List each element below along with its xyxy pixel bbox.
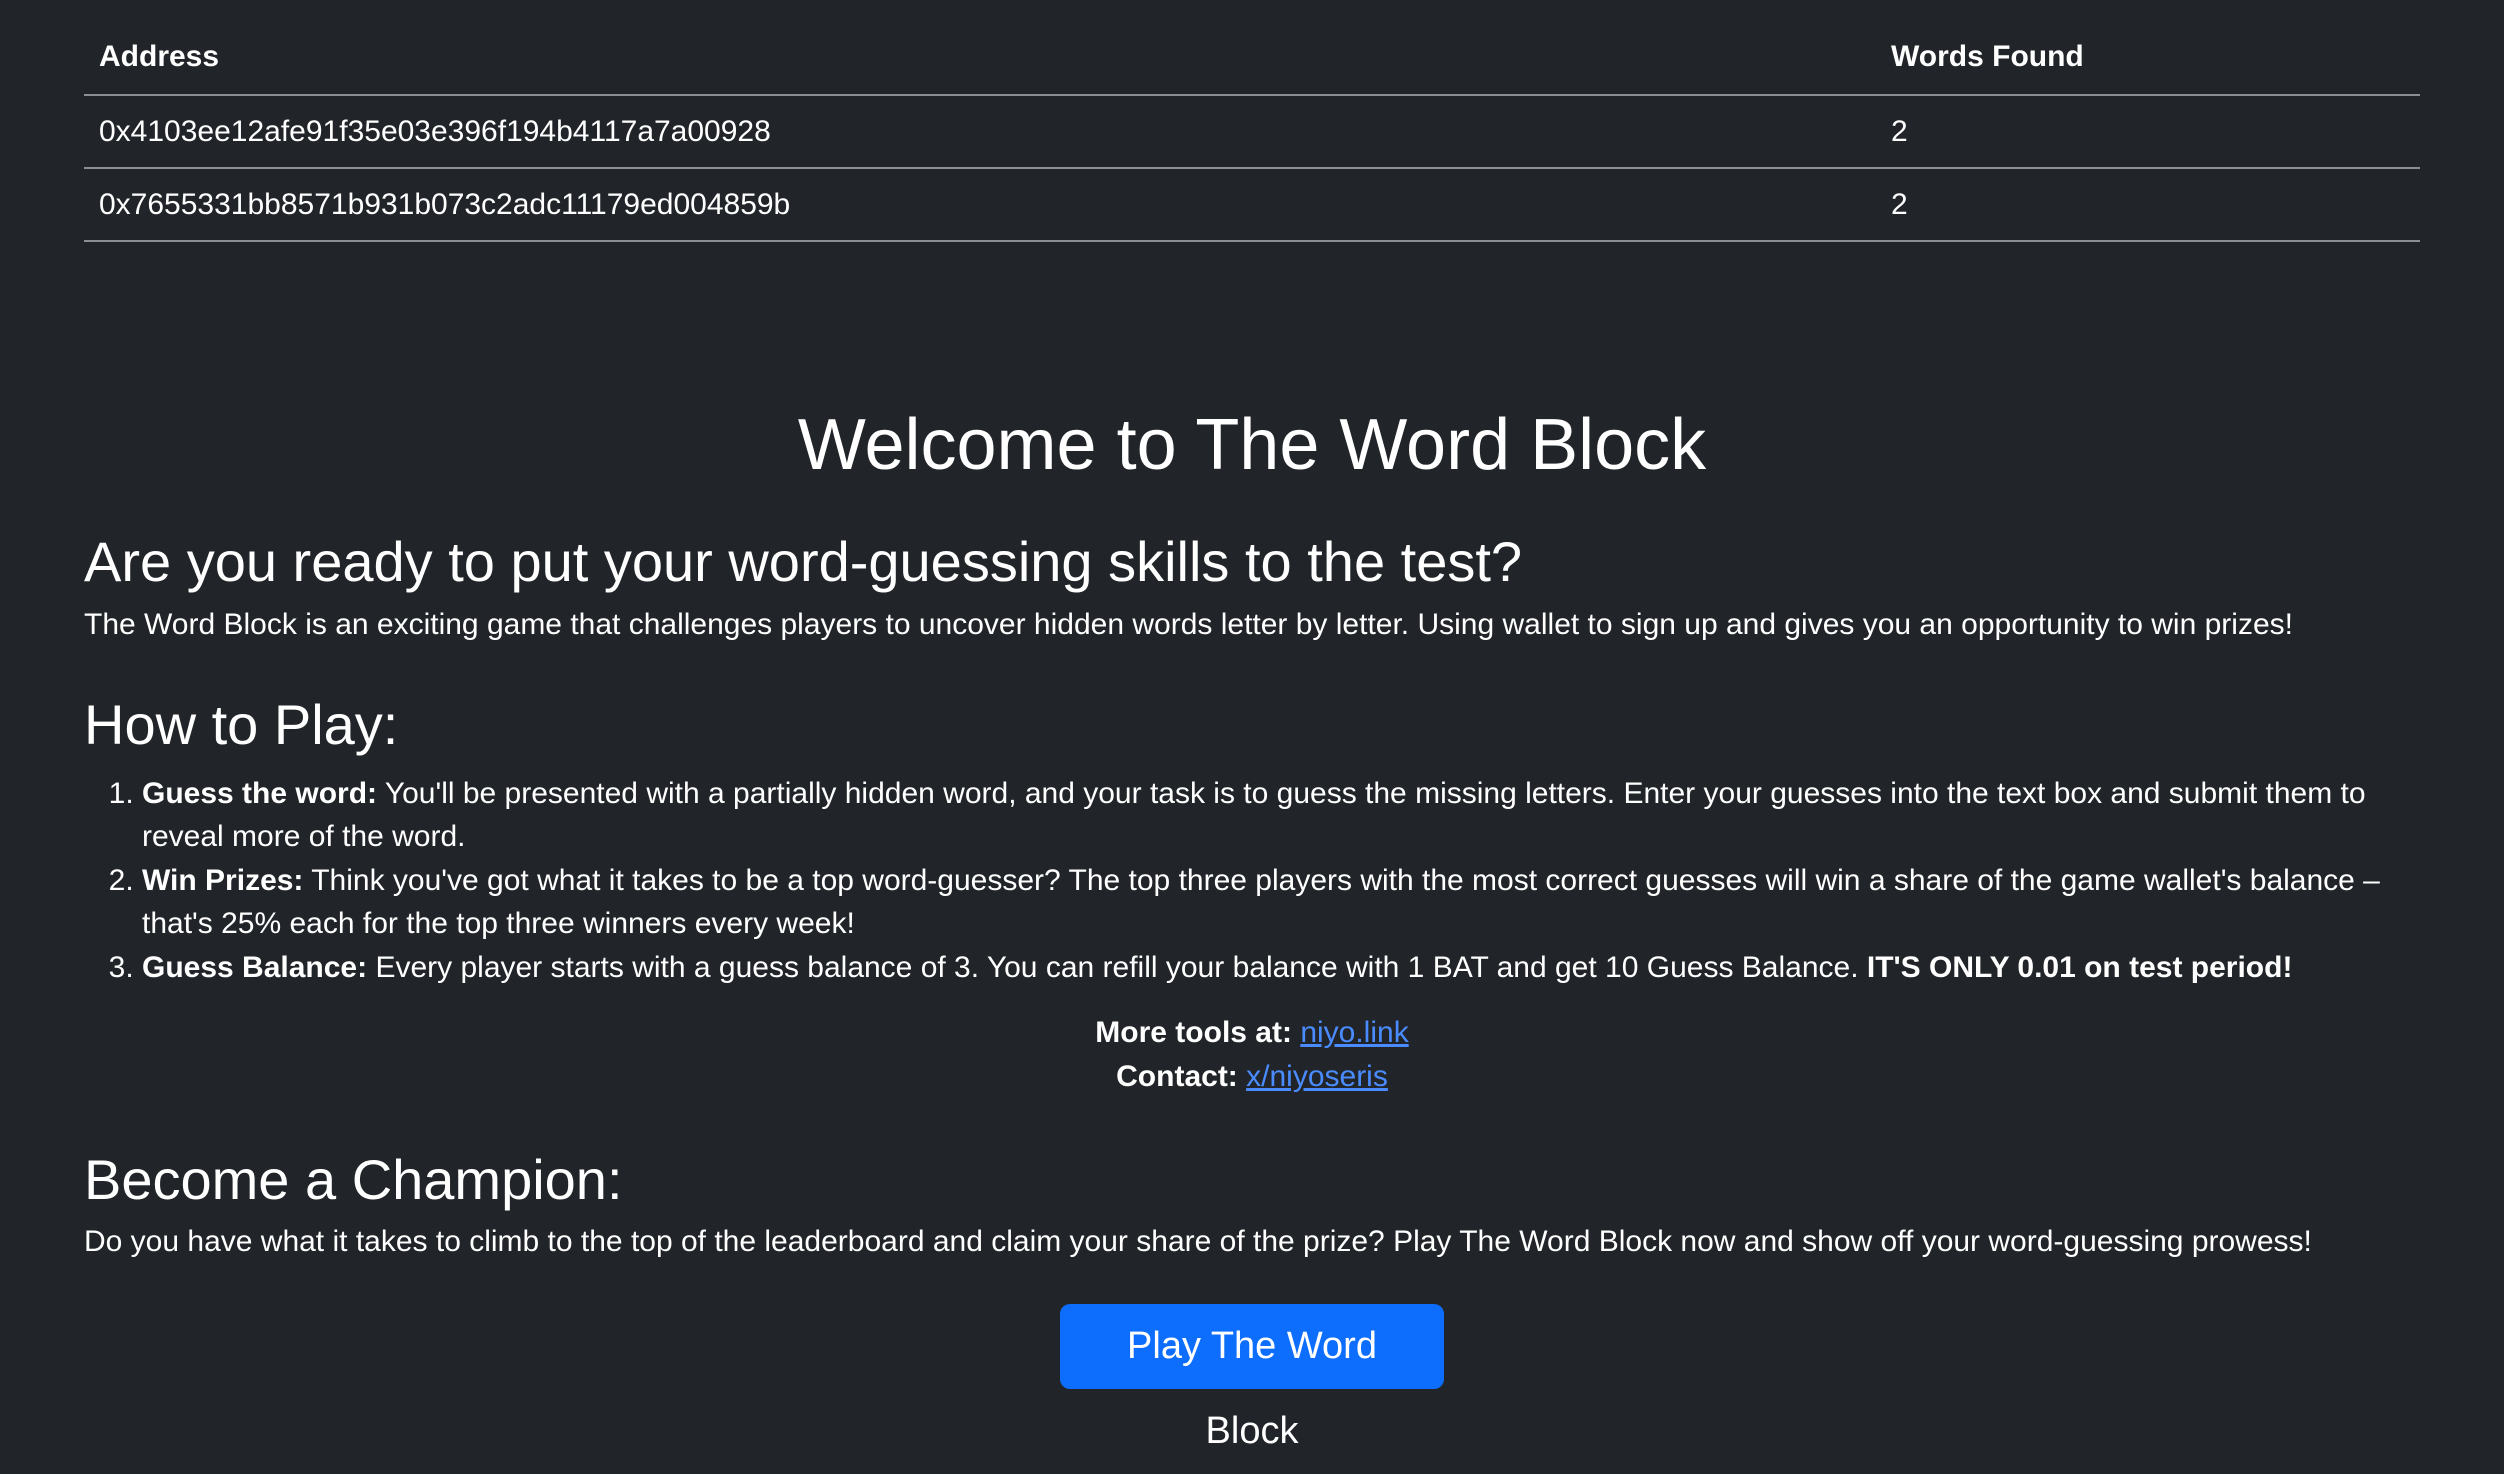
table-row: 0x4103ee12afe91f35e03e396f194b4117a7a009… xyxy=(84,95,2420,169)
contact-line: Contact: x/niyoseris xyxy=(84,1055,2420,1099)
row-words-found: 2 xyxy=(1876,168,2420,242)
contact-label: Contact: xyxy=(1116,1059,1238,1093)
tools-link[interactable]: niyo.link xyxy=(1300,1016,1408,1049)
links-block: More tools at: niyo.link Contact: x/niyo… xyxy=(84,1011,2420,1098)
step-guess-balance: Guess Balance: Every player starts with … xyxy=(142,946,2420,990)
leaderboard-table: Address Words Found 0x4103ee12afe91f35e0… xyxy=(84,0,2420,242)
how-to-play-heading: How to Play: xyxy=(84,692,399,756)
test-period-notice: IT'S ONLY 0.01 on test period! xyxy=(1866,950,2293,984)
row-words-found: 2 xyxy=(1876,95,2420,169)
welcome-title: Welcome to The Word Block xyxy=(797,405,1707,485)
intro-text: The Word Block is an exciting game that … xyxy=(84,607,2293,641)
step-win-prizes: Win Prizes: Think you've got what it tak… xyxy=(142,859,2420,946)
address-column-header: Address xyxy=(84,0,1876,96)
row-address: 0x4103ee12afe91f35e03e396f194b4117a7a009… xyxy=(84,95,1876,169)
champion-heading: Become a Champion: xyxy=(84,1148,623,1212)
table-header-row: Address Words Found xyxy=(84,0,2420,96)
row-address: 0x7655331bb8571b931b073c2adc11179ed00485… xyxy=(84,168,1876,242)
how-to-play-steps: Guess the word: You'll be presented with… xyxy=(84,772,2420,990)
step-title: Win Prizes: xyxy=(142,863,304,897)
step-text: Think you've got what it takes to be a t… xyxy=(142,863,2380,941)
tools-label: More tools at: xyxy=(1095,1016,1292,1050)
step-title: Guess Balance: xyxy=(142,950,368,984)
words-found-column-header: Words Found xyxy=(1876,0,2420,96)
contact-link[interactable]: x/niyoseris xyxy=(1246,1060,1388,1093)
page-container: Address Words Found 0x4103ee12afe91f35e0… xyxy=(84,0,2420,1452)
step-text: You'll be presented with a partially hid… xyxy=(142,776,2366,854)
play-button[interactable]: Play The Word Block xyxy=(1060,1304,1444,1452)
step-guess-the-word: Guess the word: You'll be presented with… xyxy=(142,772,2420,859)
tools-line: More tools at: niyo.link xyxy=(84,1011,2420,1055)
step-title: Guess the word: xyxy=(142,776,378,810)
intro-heading: Are you ready to put your word-guessing … xyxy=(84,530,1523,594)
table-row: 0x7655331bb8571b931b073c2adc11179ed00485… xyxy=(84,168,2420,242)
step-text: Every player starts with a guess balance… xyxy=(367,950,1867,984)
play-button-wrapper: Play The Word Block xyxy=(84,1304,2420,1452)
champion-text: Do you have what it takes to climb to th… xyxy=(84,1225,2312,1259)
